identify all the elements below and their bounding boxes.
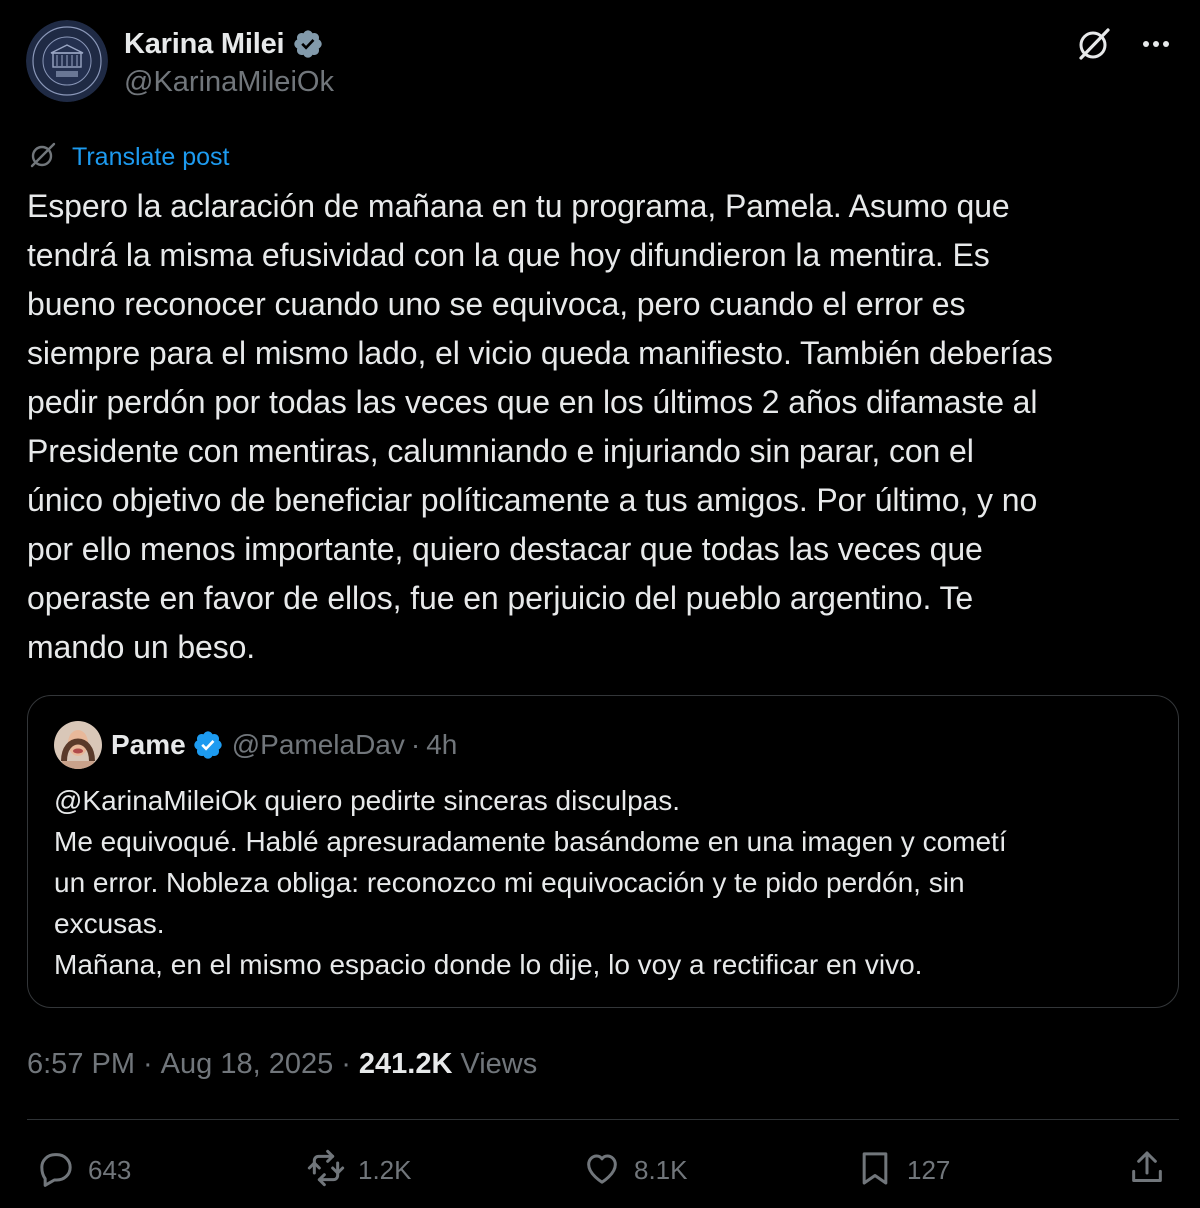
reply-count: 643 [88,1154,132,1185]
views-label: Views [460,1047,538,1080]
quoted-post-text: @KarinaMileiOk quiero pedirte sinceras d… [54,785,1007,980]
repost-count: 1.2K [358,1154,412,1185]
like-button[interactable]: 8.1K [582,1148,688,1192]
share-button[interactable] [1127,1148,1167,1192]
quoted-author-name[interactable]: Pame [111,729,186,761]
author-name[interactable]: Karina Milei [124,28,285,61]
post-metadata: 6:57 PM · Aug 18, 2025 · 241.2K Views [27,1044,537,1084]
views-count[interactable]: 241.2K [359,1048,453,1081]
verified-badge-icon [192,729,224,761]
divider [27,1119,1179,1120]
post-header: Karina Milei @KarinaMileiOk [26,20,1176,106]
author-handle[interactable]: @KarinaMileiOk [124,66,334,99]
author-avatar[interactable] [26,20,108,102]
quoted-author-avatar[interactable] [54,721,102,769]
separator-dot: · [143,1047,153,1080]
quoted-post[interactable]: Pame @PamelaDav · 4h @KarinaMileiOk quie… [27,695,1179,1008]
translate-post[interactable]: Translate post [28,140,229,174]
separator-dot: · [410,729,421,760]
bookmark-count: 127 [907,1154,951,1185]
post-body-text: Espero la aclaración de mañana en tu pro… [27,188,1053,665]
translate-link[interactable]: Translate post [72,143,229,172]
verified-badge-icon[interactable] [292,28,324,60]
like-count: 8.1K [634,1154,688,1185]
repost-button[interactable]: 1.2K [306,1148,412,1192]
repost-icon [306,1148,346,1193]
heart-icon [582,1148,622,1193]
bookmark-button[interactable]: 127 [855,1148,950,1192]
share-icon [1127,1148,1167,1193]
quoted-post-header: Pame @PamelaDav · 4h [54,720,457,770]
reply-button[interactable]: 643 [36,1148,131,1192]
separator-dot: · [341,1047,351,1080]
reply-icon [36,1148,76,1193]
more-icon[interactable] [1136,24,1176,64]
action-bar: 643 1.2K 8.1K 127 [0,1140,1200,1200]
grok-icon[interactable] [1074,24,1114,64]
post-date[interactable]: Aug 18, 2025 [161,1048,334,1081]
quoted-post-time[interactable]: 4h [426,729,457,761]
post-time[interactable]: 6:57 PM [27,1048,135,1081]
bookmark-icon [855,1148,895,1193]
quoted-author-handle: @PamelaDav [231,729,405,760]
translate-icon [28,140,58,175]
